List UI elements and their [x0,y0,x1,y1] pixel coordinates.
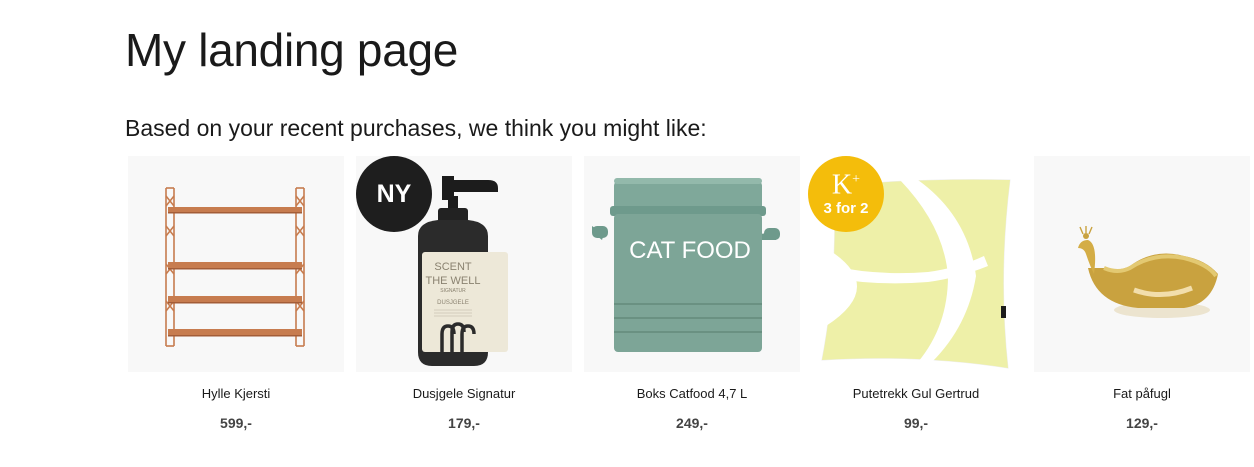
product-price: 129,- [1126,415,1158,431]
deal-badge: K+ 3 for 2 [808,156,884,232]
product-price: 599,- [220,415,252,431]
product-price: 99,- [903,415,929,431]
deal-badge-label: 3 for 2 [823,200,869,217]
new-badge-label: NY [376,180,412,208]
recommendations-heading: Based on your recent purchases, we think… [125,115,707,141]
product-image[interactable]: K+ 3 for 2 [808,156,1024,372]
bottle-label-line4: DUSJGELE [437,300,469,306]
product-price: 249,- [676,415,708,431]
copper-shelf-illustration [165,187,305,347]
tin-box-illustration: CAT FOOD [592,178,780,352]
bottle-label-line3: SIGNATUR [440,288,466,294]
product-image[interactable]: CAT FOOD [584,156,800,372]
product-price: 179,- [448,415,480,431]
product-name[interactable]: Boks Catfood 4,7 L [584,386,800,402]
page-title: My landing page [125,24,459,76]
product-carousel: Hylle Kjersti 599,- SCENT THE WELL SIGNA… [128,156,1254,456]
product-name[interactable]: Dusjgele Signatur [356,386,572,402]
k-plus-logo: K+ [831,169,861,201]
product-card[interactable]: SCENT THE WELL SIGNATUR DUSJGELE NY Dusj… [356,156,572,456]
new-badge: NY [356,156,432,232]
product-name[interactable]: Putetrekk Gul Gertrud [808,386,1024,402]
product-card[interactable]: K+ 3 for 2 Putetrekk Gul Gertrud 99,- [808,156,1024,456]
product-card[interactable]: CAT FOOD Boks Catfood 4,7 L 249,- [584,156,800,456]
product-card[interactable]: Hylle Kjersti 599,- [128,156,344,456]
product-image[interactable] [128,156,344,372]
product-name[interactable]: Hylle Kjersti [128,386,344,402]
bottle-label-line2: THE WELL [425,275,480,287]
product-image[interactable]: SCENT THE WELL SIGNATUR DUSJGELE NY [356,156,572,372]
product-name[interactable]: Fat påfugl [1034,386,1250,402]
peacock-dish-illustration [1078,226,1218,318]
box-print: CAT FOOD [629,237,751,264]
product-image[interactable] [1034,156,1250,372]
bottle-label-line1: SCENT [434,261,472,273]
product-card[interactable]: Fat påfugl 129,- [1034,156,1250,456]
